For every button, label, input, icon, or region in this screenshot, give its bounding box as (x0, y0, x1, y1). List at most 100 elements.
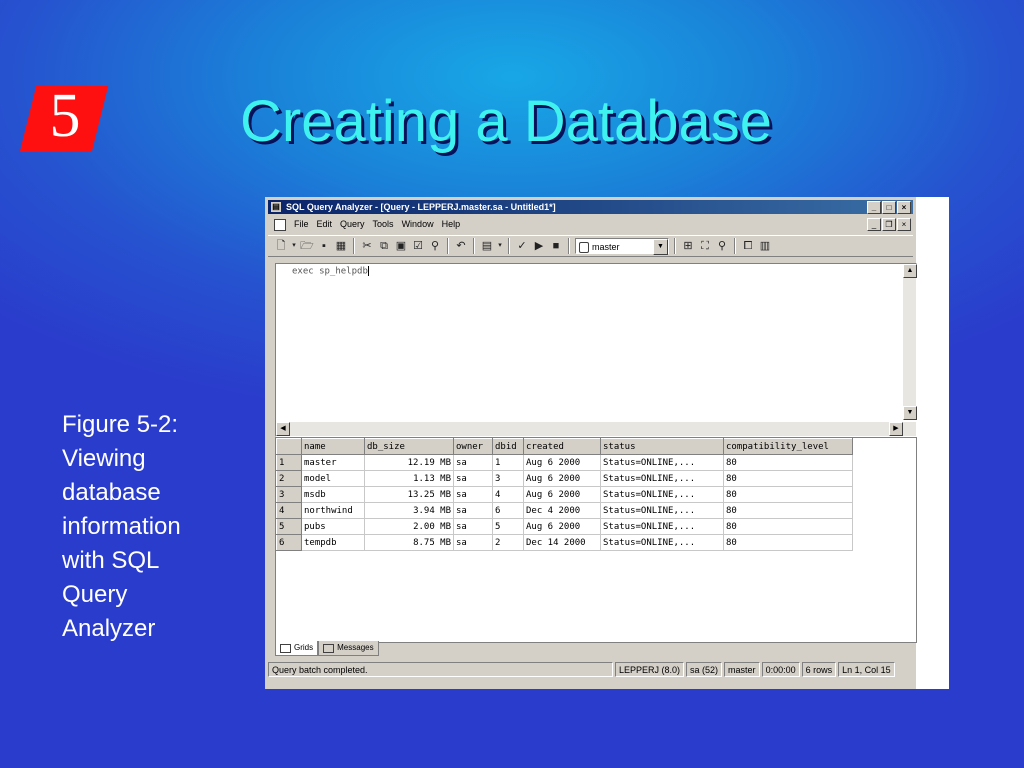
table-cell[interactable]: 80 (723, 534, 853, 551)
table-cell[interactable]: 8.75 MB (364, 534, 454, 551)
table-row[interactable]: 1 master 12.19 MB sa 1 Aug 6 2000 Status… (276, 454, 853, 471)
scroll-right-icon[interactable]: ▶ (889, 422, 903, 436)
table-cell[interactable]: tempdb (301, 534, 365, 551)
cancel-query-icon[interactable]: ■ (549, 239, 563, 253)
table-cell[interactable]: model (301, 470, 365, 487)
table-cell[interactable]: master (301, 454, 365, 471)
load-script-icon[interactable]: ▦ (334, 239, 348, 253)
cut-icon[interactable]: ✂ (360, 239, 374, 253)
table-cell[interactable]: pubs (301, 518, 365, 535)
table-row[interactable]: 4 northwind 3.94 MB sa 6 Dec 4 2000 Stat… (276, 502, 853, 519)
table-cell[interactable]: sa (453, 486, 493, 503)
table-cell[interactable]: 80 (723, 470, 853, 487)
table-cell[interactable]: 1 (492, 454, 524, 471)
column-header[interactable]: created (523, 438, 601, 455)
column-header[interactable]: name (301, 438, 365, 455)
editor-horizontal-scrollbar[interactable]: ◀ ▶ (276, 422, 916, 436)
table-cell[interactable]: 12.19 MB (364, 454, 454, 471)
dropdown-arrow-icon[interactable]: ▾ (291, 239, 297, 253)
table-cell[interactable]: msdb (301, 486, 365, 503)
table-cell[interactable]: 80 (723, 502, 853, 519)
results-grid-pane[interactable]: name db_size owner dbid created status c… (275, 437, 917, 643)
show-results-pane-icon[interactable]: ▥ (758, 239, 772, 253)
open-folder-icon[interactable]: 🗁 (300, 239, 314, 253)
window-titlebar[interactable]: ▤ SQL Query Analyzer - [Query - LEPPERJ.… (268, 200, 913, 214)
table-cell[interactable]: 13.25 MB (364, 486, 454, 503)
editor-vertical-scrollbar[interactable]: ▲ ▼ (903, 264, 917, 420)
column-header[interactable]: status (600, 438, 724, 455)
table-row[interactable]: 6 tempdb 8.75 MB sa 2 Dec 14 2000 Status… (276, 534, 853, 551)
table-cell[interactable]: 3.94 MB (364, 502, 454, 519)
menu-window[interactable]: Window (398, 216, 438, 232)
paste-icon[interactable]: ▣ (394, 239, 408, 253)
scroll-left-icon[interactable]: ◀ (276, 422, 290, 436)
document-icon[interactable] (274, 218, 286, 231)
menu-query[interactable]: Query (336, 216, 369, 232)
table-row[interactable]: 2 model 1.13 MB sa 3 Aug 6 2000 Status=O… (276, 470, 853, 487)
mdi-minimize-button[interactable]: _ (867, 218, 881, 231)
save-icon[interactable]: ▪ (317, 239, 331, 253)
table-cell[interactable]: Status=ONLINE,... (600, 486, 724, 503)
table-cell[interactable]: Aug 6 2000 (523, 518, 601, 535)
new-query-icon[interactable]: 🗋 (274, 239, 288, 253)
table-cell[interactable]: sa (453, 518, 493, 535)
column-header[interactable]: owner (453, 438, 493, 455)
table-cell[interactable]: Aug 6 2000 (523, 470, 601, 487)
tab-grids[interactable]: Grids (275, 641, 319, 656)
table-cell[interactable]: sa (453, 470, 493, 487)
undo-icon[interactable]: ↶ (454, 239, 468, 253)
table-cell[interactable]: 6 (492, 502, 524, 519)
mdi-close-button[interactable]: × (897, 218, 911, 231)
table-cell[interactable]: 4 (492, 486, 524, 503)
scroll-up-icon[interactable]: ▲ (903, 264, 917, 278)
tab-messages[interactable]: Messages (318, 641, 379, 656)
execute-query-icon[interactable]: ▶ (532, 239, 546, 253)
table-cell[interactable]: 80 (723, 486, 853, 503)
table-cell[interactable]: northwind (301, 502, 365, 519)
table-row[interactable]: 5 pubs 2.00 MB sa 5 Aug 6 2000 Status=ON… (276, 518, 853, 535)
mdi-restore-button[interactable]: ❐ (882, 218, 896, 231)
table-cell[interactable]: Aug 6 2000 (523, 486, 601, 503)
table-row[interactable]: 3 msdb 13.25 MB sa 4 Aug 6 2000 Status=O… (276, 486, 853, 503)
table-cell[interactable]: sa (453, 534, 493, 551)
table-cell[interactable]: 3 (492, 470, 524, 487)
table-cell[interactable]: Status=ONLINE,... (600, 454, 724, 471)
copy-icon[interactable]: ⧉ (377, 239, 391, 253)
menu-file[interactable]: File (290, 216, 313, 232)
parse-query-icon[interactable]: ✓ (515, 239, 529, 253)
minimize-button[interactable]: _ (867, 201, 881, 214)
table-cell[interactable]: Status=ONLINE,... (600, 518, 724, 535)
table-cell[interactable]: 80 (723, 454, 853, 471)
properties-icon[interactable]: ⧠ (741, 239, 755, 253)
menu-help[interactable]: Help (438, 216, 465, 232)
results-mode-icon[interactable]: ▤ (480, 239, 494, 253)
clear-window-icon[interactable]: ☑ (411, 239, 425, 253)
table-cell[interactable]: Dec 14 2000 (523, 534, 601, 551)
table-cell[interactable]: 2 (492, 534, 524, 551)
table-cell[interactable]: 2.00 MB (364, 518, 454, 535)
table-cell[interactable]: Status=ONLINE,... (600, 534, 724, 551)
maximize-button[interactable]: □ (882, 201, 896, 214)
table-cell[interactable]: 80 (723, 518, 853, 535)
table-cell[interactable]: Dec 4 2000 (523, 502, 601, 519)
table-cell[interactable]: sa (453, 502, 493, 519)
close-button[interactable]: × (897, 201, 911, 214)
table-cell[interactable]: sa (453, 454, 493, 471)
table-cell[interactable]: Status=ONLINE,... (600, 502, 724, 519)
menu-edit[interactable]: Edit (313, 216, 337, 232)
table-cell[interactable]: 1.13 MB (364, 470, 454, 487)
object-search-icon[interactable]: ⚲ (715, 239, 729, 253)
table-cell[interactable]: Status=ONLINE,... (600, 470, 724, 487)
scroll-down-icon[interactable]: ▼ (903, 406, 917, 420)
display-plan-icon[interactable]: ⊞ (681, 239, 695, 253)
dropdown-arrow-icon[interactable]: ▾ (497, 239, 503, 253)
menu-tools[interactable]: Tools (369, 216, 398, 232)
table-cell[interactable]: 5 (492, 518, 524, 535)
find-icon[interactable]: ⚲ (428, 239, 442, 253)
column-header[interactable]: compatibility_level (723, 438, 853, 455)
column-header[interactable]: db_size (364, 438, 454, 455)
column-header[interactable]: dbid (492, 438, 524, 455)
object-browser-icon[interactable]: ⛶ (698, 239, 712, 253)
database-select[interactable]: master ▼ (575, 238, 669, 255)
query-editor[interactable]: exec sp_helpdb ▲ ▼ ◀ ▶ (275, 263, 917, 437)
